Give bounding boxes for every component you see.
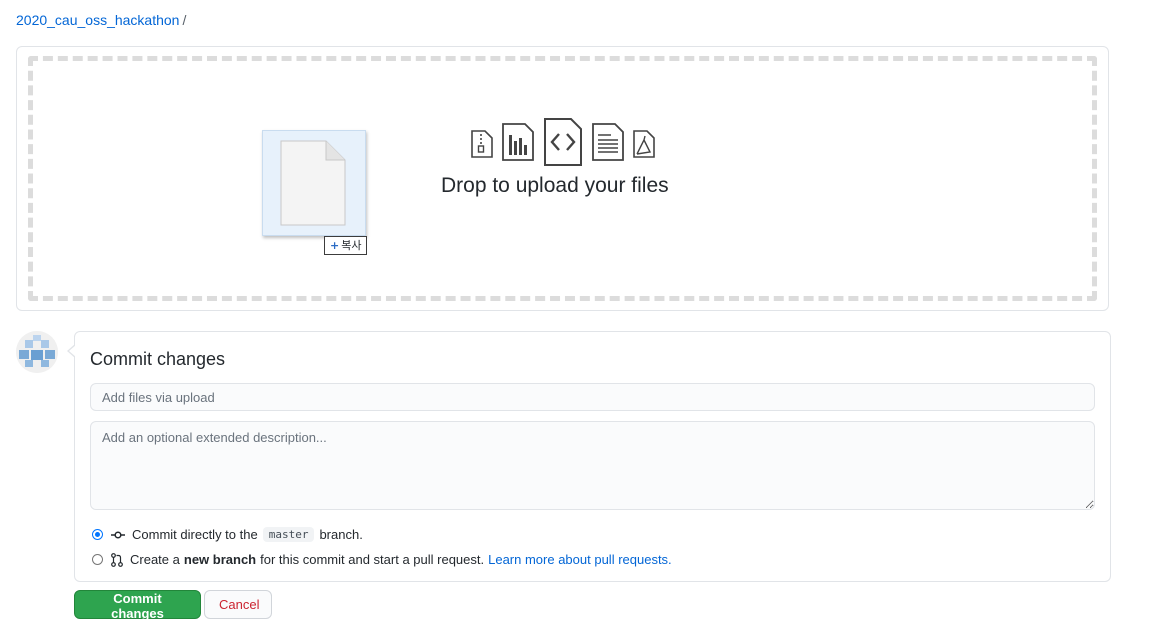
git-commit-icon: [111, 530, 125, 539]
commit-description-input[interactable]: [90, 421, 1095, 510]
new-branch-radio[interactable]: [92, 554, 103, 565]
breadcrumb-separator: /: [182, 12, 187, 28]
commit-form: Commit changes Commit directly to the ma…: [67, 331, 1111, 582]
avatar: [16, 331, 58, 373]
pull-request-icon: [111, 552, 123, 567]
zip-file-icon: [471, 130, 493, 158]
commit-direct-suffix: branch.: [319, 527, 363, 542]
new-branch-prefix: Create a: [130, 552, 180, 567]
pdf-file-icon: [633, 130, 655, 158]
code-file-icon: [544, 118, 582, 166]
new-branch-bold: new branch: [183, 552, 257, 567]
new-branch-suffix: for this commit and start a pull request…: [260, 552, 485, 567]
commit-direct-radio[interactable]: [92, 529, 103, 540]
commit-direct-option[interactable]: Commit directly to the master branch.: [92, 527, 363, 542]
commit-summary-input[interactable]: [90, 383, 1095, 411]
copy-badge: + 복사: [324, 236, 368, 255]
learn-more-link[interactable]: Learn more about pull requests.: [488, 552, 672, 567]
plus-icon: +: [330, 239, 340, 252]
chart-file-icon: [502, 123, 534, 161]
branch-name: master: [262, 527, 315, 542]
dragged-file-ghost: [262, 130, 366, 236]
cancel-button[interactable]: Cancel: [204, 590, 272, 619]
commit-changes-button[interactable]: Commit changes: [74, 590, 201, 621]
repo-link[interactable]: 2020_cau_oss_hackathon: [16, 12, 179, 28]
dropzone-title: Drop to upload your files: [441, 174, 669, 197]
copy-badge-label: 복사: [341, 239, 362, 252]
new-branch-option[interactable]: Create a new branch for this commit and …: [92, 552, 672, 567]
commit-form-title: Commit changes: [90, 349, 226, 369]
text-file-icon: [592, 123, 624, 161]
breadcrumb: 2020_cau_oss_hackathon /: [16, 12, 186, 28]
commit-direct-prefix: Commit directly to the: [132, 527, 258, 542]
